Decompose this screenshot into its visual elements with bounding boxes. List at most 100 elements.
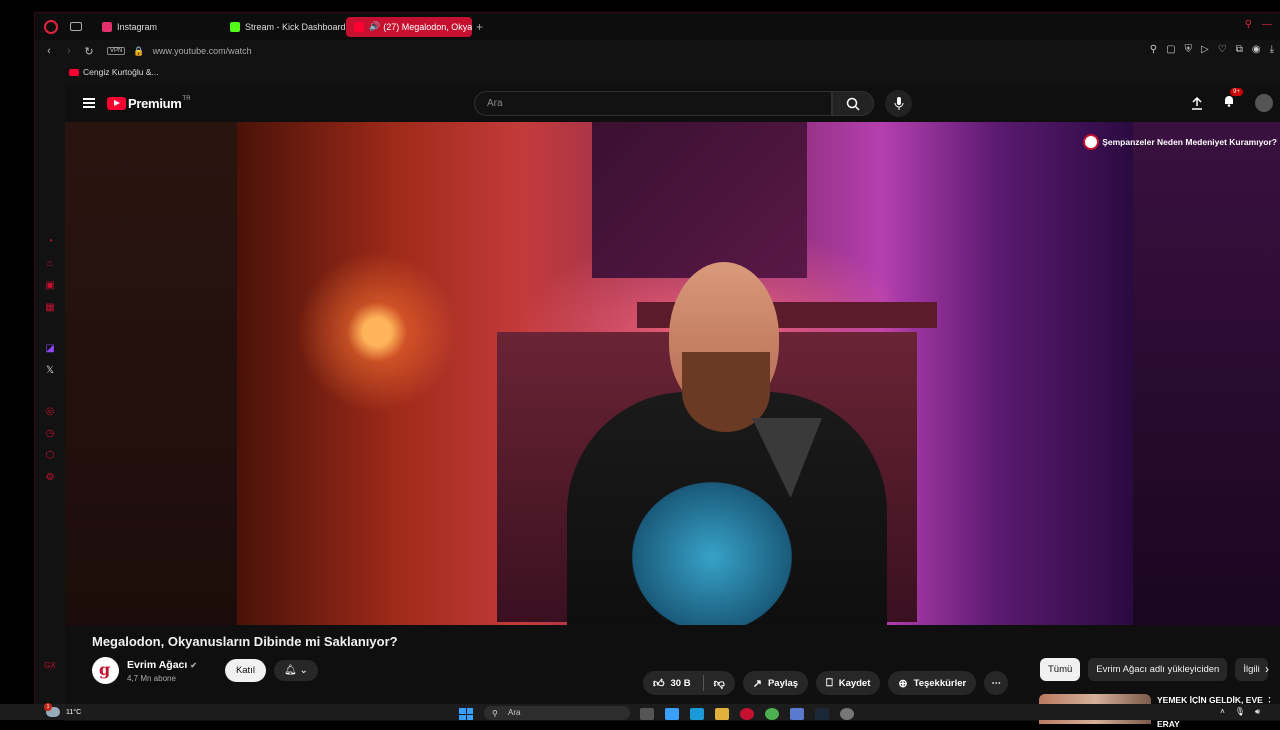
extensions-sidebar-icon[interactable]: ⬡ <box>44 449 57 462</box>
youtube-page: Premium TR Ara 9+ Şempanzeler Neden Mede… <box>65 84 1280 729</box>
forward-icon[interactable]: › <box>63 45 75 57</box>
heart-icon[interactable]: ♡ <box>1218 44 1227 55</box>
tab-instagram[interactable]: Instagram <box>94 17 222 37</box>
youtube-logo[interactable]: Premium TR <box>107 96 191 111</box>
folder-icon[interactable] <box>715 708 729 720</box>
gx-news-icon[interactable]: ▣ <box>44 279 57 292</box>
gx-corner-icon[interactable]: ⌂ <box>44 257 57 270</box>
channel-avatar[interactable] <box>92 657 119 684</box>
search-button[interactable] <box>832 91 874 116</box>
x-icon[interactable]: 𝕏 <box>44 364 57 377</box>
chevron-up-icon[interactable]: ˄ <box>1220 707 1225 717</box>
video-title: Megalodon, Okyanusların Dibinde mi Sakla… <box>92 634 398 649</box>
edge-icon[interactable] <box>690 708 704 720</box>
player-icon[interactable]: ◎ <box>44 405 57 418</box>
speaker-icon[interactable]: 🔊 <box>369 21 380 32</box>
settings-icon[interactable]: ⚙ <box>44 471 57 484</box>
thanks-button[interactable]: ⊕ Teşekkürler <box>888 671 977 695</box>
notifications-button[interactable]: 9+ <box>1223 88 1243 112</box>
chip-related[interactable]: İlgili <box>1235 658 1268 681</box>
search-icon <box>846 97 860 111</box>
voice-search-button[interactable] <box>885 90 912 117</box>
search-tabs-icon[interactable]: ⚲ <box>1245 19 1252 30</box>
vpn-badge[interactable]: VPN <box>107 47 126 55</box>
filter-chips: Tümü Evrim Ağacı adlı yükleyiciden İlgil… <box>1040 658 1268 681</box>
tab-youtube-active[interactable]: 🔊 (27) Megalodon, Okya <box>346 16 472 37</box>
download-icon[interactable]: ⤓ <box>1270 44 1274 55</box>
tab-label: (27) Megalodon, Okya <box>383 21 472 32</box>
cloud-icon: 1 <box>44 703 60 717</box>
chevron-right-icon[interactable]: › <box>1265 662 1269 676</box>
taskbar-search[interactable]: ⚲ Ara <box>484 706 630 720</box>
workspaces-icon[interactable] <box>70 22 82 31</box>
lock-icon[interactable]: 🔒 <box>133 46 144 57</box>
twitch-icon[interactable]: ◪ <box>44 342 57 355</box>
share-button[interactable]: ↗ Paylaş <box>742 671 809 695</box>
new-tab-button[interactable]: + <box>476 20 483 34</box>
store-icon[interactable] <box>790 708 804 720</box>
share-label: Paylaş <box>767 677 799 689</box>
shield-icon[interactable]: ⛨ <box>1185 44 1193 55</box>
bookmarks-bar: Cengiz Kurtoğlu &... <box>35 62 159 82</box>
youtube-icon <box>69 68 79 76</box>
join-button[interactable]: Katıl <box>224 659 266 682</box>
bookmark-item[interactable]: Cengiz Kurtoğlu &... <box>83 67 159 77</box>
thanks-icon: ⊕ <box>898 677 908 690</box>
taskview-icon[interactable] <box>640 708 654 720</box>
avatar[interactable] <box>1255 94 1273 112</box>
url-field[interactable]: www.youtube.com/watch <box>153 46 252 56</box>
opera-gx-icon[interactable] <box>740 708 754 720</box>
bell-icon: 🔔︎ <box>283 665 297 676</box>
steam-icon[interactable] <box>815 708 829 720</box>
thumbs-down-icon[interactable]: 👎︎ <box>714 677 725 690</box>
thumbs-up-icon[interactable]: 👍︎ <box>653 677 665 690</box>
end-card-suggestion[interactable]: Şempanzeler Neden Medeniyet Kuramıyor? <box>1083 134 1277 150</box>
extensions-bar: ⚲ ▢ ⛨ ▷ ♡ ⧉ ◉ ⤓ <box>1150 44 1274 55</box>
extensions-icon[interactable]: ⧉ <box>1236 44 1243 55</box>
browser-window: Instagram Stream - Kick Dashboard 🔊 (27)… <box>34 12 1280 729</box>
notification-count: 9+ <box>1230 88 1243 96</box>
share-icon: ↗ <box>752 677 762 690</box>
gx-player-icon[interactable]: ▦ <box>44 301 57 314</box>
gx-control-icon[interactable]: ◔ <box>44 235 57 248</box>
search-input[interactable]: Ara <box>474 91 832 116</box>
back-icon[interactable]: ‹ <box>43 45 55 57</box>
channel-name[interactable]: Evrim Ağacı ✔ <box>127 659 197 671</box>
weather-widget[interactable]: 1 11°C <box>44 703 81 717</box>
profile-icon[interactable]: ◉ <box>1252 44 1261 55</box>
menu-icon[interactable] <box>83 97 95 109</box>
minimize-icon[interactable]: — <box>1262 19 1272 30</box>
volume-icon[interactable]: 🔊︎ <box>1255 707 1260 717</box>
taskbar-search-label: Ara <box>508 708 521 717</box>
windows-start-icon[interactable] <box>459 708 473 720</box>
video-player[interactable]: Şempanzeler Neden Medeniyet Kuramıyor? <box>65 122 1280 625</box>
action-bar: 👍︎ 30 B 👎︎ ↗ Paylaş ⎕ Kaydet ⊕ Teşekkürl… <box>643 671 1009 695</box>
like-count[interactable]: 30 B <box>671 678 691 689</box>
copilot-icon[interactable] <box>665 708 679 720</box>
logo-region: TR <box>182 96 191 102</box>
chrome-icon[interactable] <box>765 708 779 720</box>
channel-row: Evrim Ağacı ✔ 4,7 Mn abone Katıl 🔔︎ ⌄ <box>92 657 318 684</box>
chip-uploader[interactable]: Evrim Ağacı adlı yükleyiciden <box>1088 658 1228 681</box>
settings-app-icon[interactable] <box>840 708 854 720</box>
snapshot-icon[interactable]: ▢ <box>1166 44 1175 55</box>
history-icon[interactable]: ◷ <box>44 427 57 440</box>
more-actions-button[interactable]: ⋯ <box>984 671 1009 695</box>
channel-avatar-icon <box>1083 134 1100 150</box>
pin-icon[interactable]: ⚲ <box>1150 44 1157 55</box>
instagram-icon <box>102 21 112 32</box>
play-icon[interactable]: ▷ <box>1201 44 1209 55</box>
save-label: Kaydet <box>838 677 871 689</box>
mic-tray-icon[interactable]: 🎙︎ <box>1235 707 1245 717</box>
tab-kick[interactable]: Stream - Kick Dashboard <box>222 17 346 37</box>
upload-icon[interactable] <box>1191 96 1203 110</box>
chip-all[interactable]: Tümü <box>1040 658 1081 681</box>
kick-icon <box>230 21 240 32</box>
youtube-play-icon <box>107 96 126 110</box>
save-button[interactable]: ⎕ Kaydet <box>816 671 881 695</box>
subscription-bell-button[interactable]: 🔔︎ ⌄ <box>273 660 318 681</box>
more-icon: ⋯ <box>991 677 1002 689</box>
opera-menu-icon[interactable] <box>44 19 58 34</box>
reload-icon[interactable]: ↻ <box>83 45 95 58</box>
search-icon: ⚲ <box>492 709 498 718</box>
